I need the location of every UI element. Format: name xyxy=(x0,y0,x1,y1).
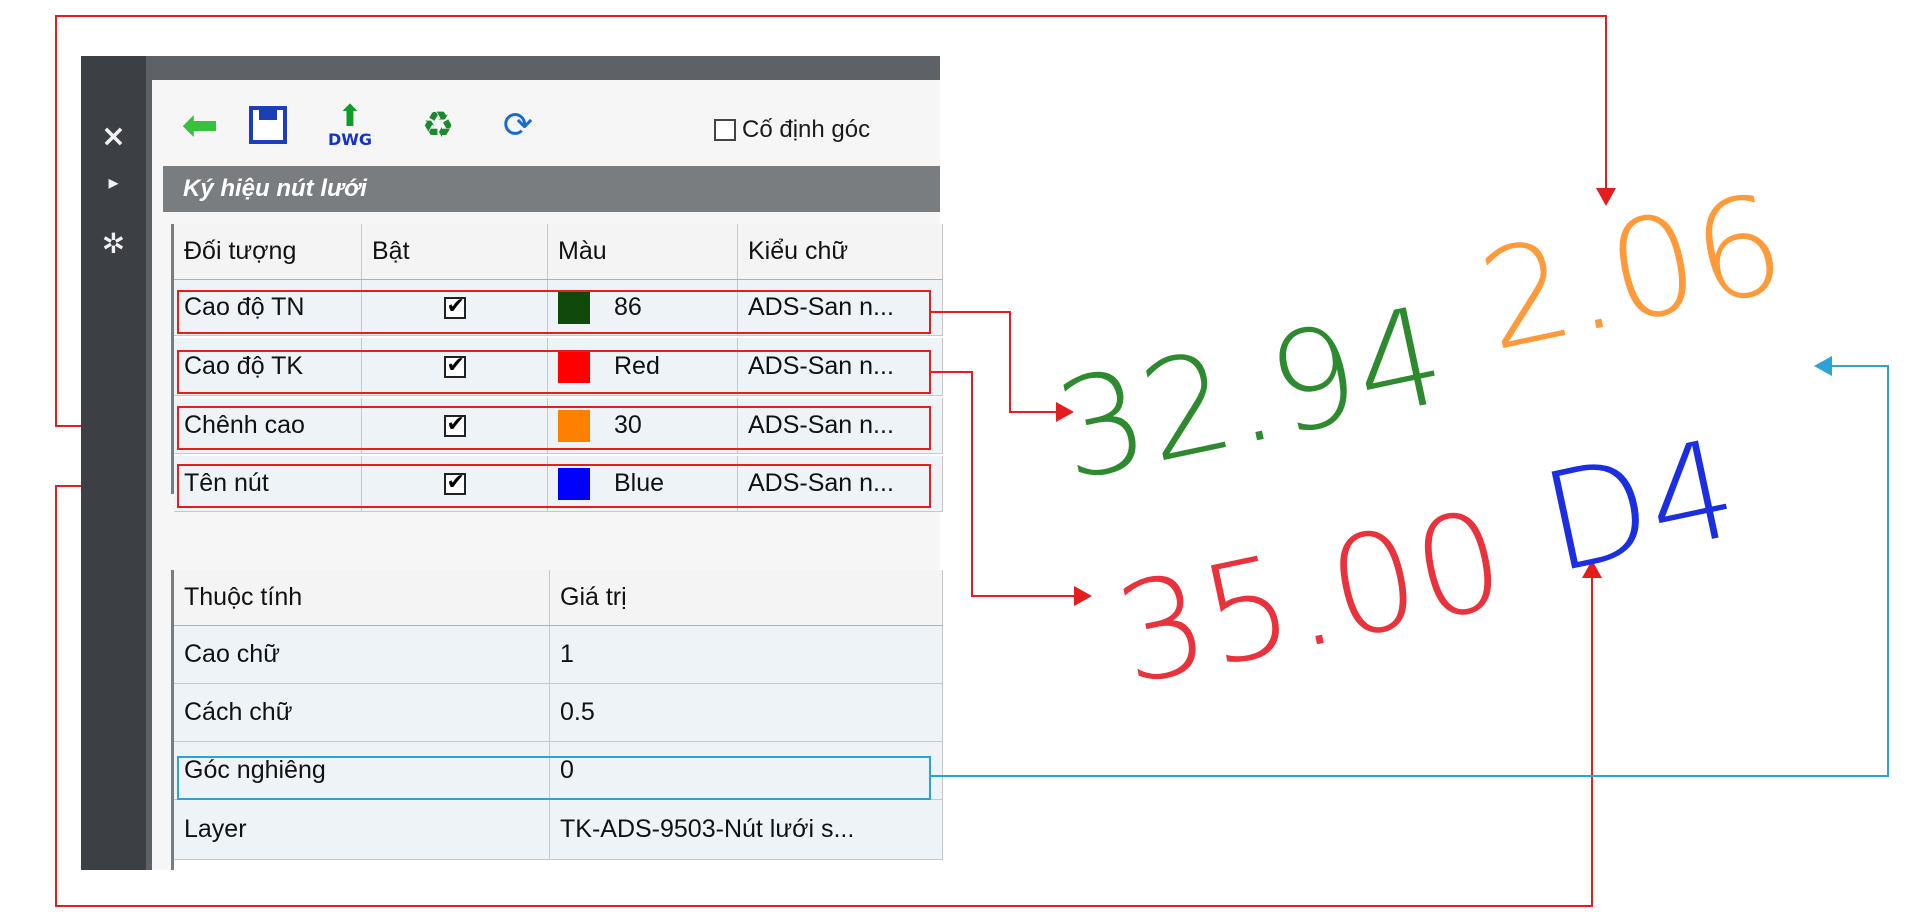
preview-elevation-difference: 2.06 xyxy=(1468,165,1797,383)
arrowhead-goc-nghieng xyxy=(1814,356,1832,376)
arrowhead-cao-do-tk xyxy=(1074,586,1092,606)
connector-cao-do-tn xyxy=(931,311,1058,413)
preview-design-elevation: 35.00 xyxy=(1104,481,1518,716)
preview-node-name: D4 xyxy=(1530,410,1750,604)
annotation-lines-front: 32.94 2.06 35.00 D4 xyxy=(931,165,1889,777)
preview-natural-elevation: 32.94 xyxy=(1044,277,1458,512)
screenshot-stage: × ▸ ✲ ⬅ ⬆ DWG ♻ ⟳ Cố định góc Ký hiệu nú… xyxy=(0,0,1920,914)
